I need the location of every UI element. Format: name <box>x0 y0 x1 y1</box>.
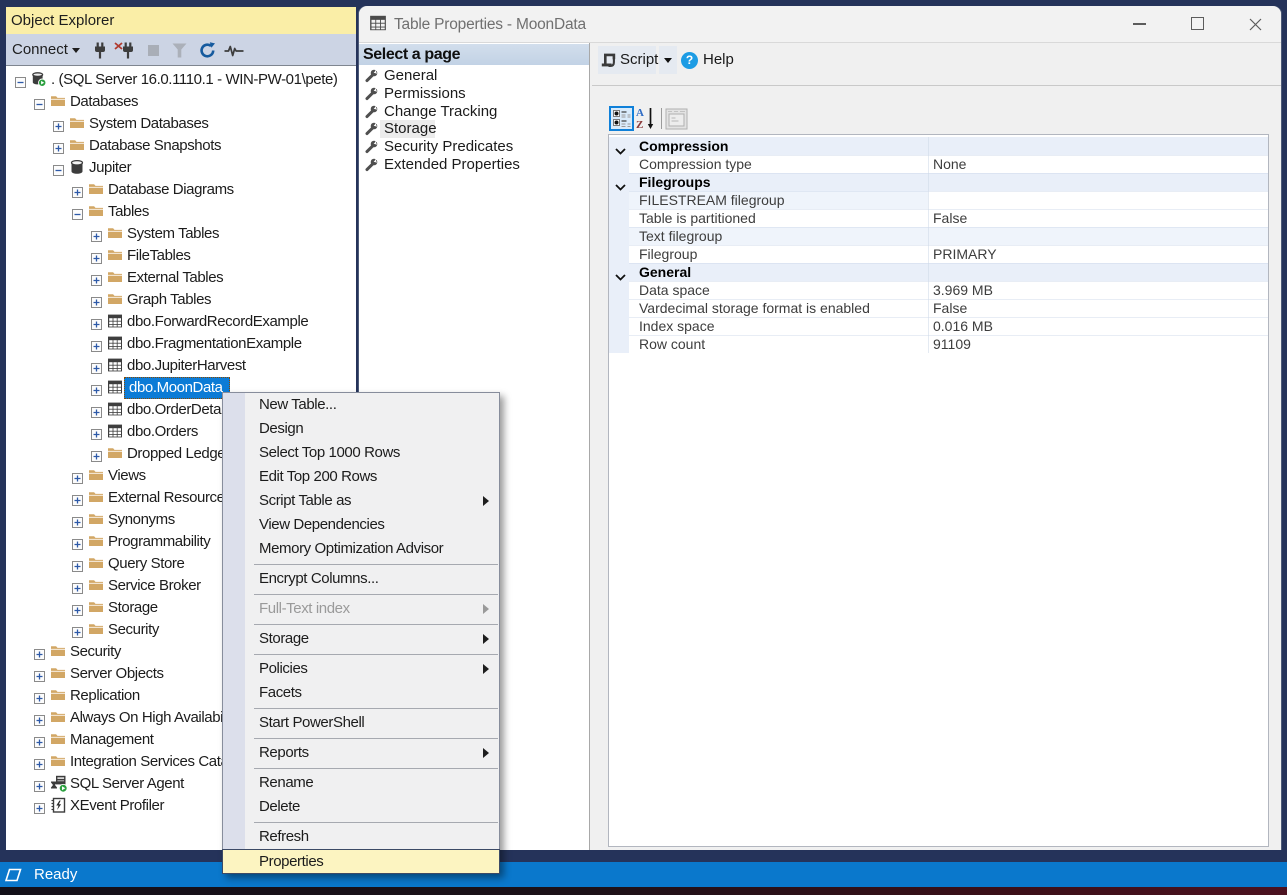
svg-text:A: A <box>636 107 644 119</box>
svg-text:Z: Z <box>636 119 643 131</box>
